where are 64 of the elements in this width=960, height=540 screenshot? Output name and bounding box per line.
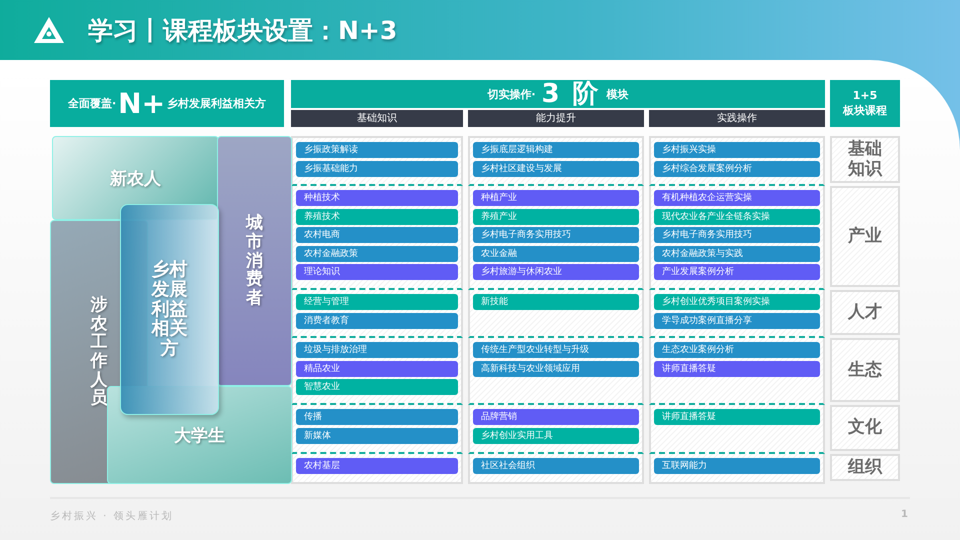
course-tag: 农村基层 [296,458,458,474]
banner-text: 板块课程 [843,104,887,118]
column-header: 实践操作 [649,110,825,127]
course-tag: 品牌营销 [473,409,639,426]
banner-highlight: N+ [118,90,166,118]
course-tag: 农业金融 [473,246,639,262]
page-title: 学习丨课程板块设置：N+3 [88,14,398,46]
banner-text: 1+5 [852,89,878,104]
course-tag: 乡村创业优秀项目案例实操 [654,294,820,310]
course-tag: 消费者教育 [296,312,458,329]
category-label: 组织 [830,454,900,481]
course-tag: 智慧农业 [296,379,458,396]
course-tag: 现代农业各产业全链条实操 [654,208,820,225]
course-tag: 乡村电子商务实用技巧 [654,227,820,244]
course-tag: 学导成功案例直播分享 [654,312,820,329]
course-tag: 传播 [296,409,458,426]
course-tag: 乡村社区建设与发展 [473,160,639,176]
banner-text: 切实操作· [487,86,536,102]
course-tag: 生态农业案例分析 [654,342,820,358]
footer-text: 乡村振兴 · 领头雁计划 [50,510,174,523]
course-tag: 传统生产型农业转型与升级 [473,342,639,358]
course-tag: 养殖产业 [473,208,639,225]
course-tag: 乡村创业实用工具 [473,428,639,444]
banner-text: 全面覆盖· [68,96,116,111]
category-label: 人才 [830,290,900,336]
course-tag: 农村金融政策 [296,246,458,262]
banner-highlight: 3 阶 [542,81,601,107]
course-tag: 乡村电子商务实用技巧 [473,227,639,244]
stakeholder-block: 乡村发展利益相关方 [120,204,219,415]
course-tag: 经营与管理 [296,294,458,310]
course-tag: 新媒体 [296,428,458,444]
course-tag: 互联网能力 [654,458,820,474]
course-tag: 养殖技术 [296,208,458,225]
course-tag: 高新科技与农业领域应用 [473,360,639,377]
stakeholder-block: 城市消费者 [217,136,292,386]
column-header: 基础知识 [291,110,463,127]
course-tag: 乡村振兴实操 [654,142,820,158]
course-tag: 新技能 [473,294,639,310]
category-label: 文化 [830,405,900,451]
course-tag: 乡村旅游与休闲农业 [473,264,639,280]
course-tag: 种植技术 [296,190,458,206]
category-label: 基础知识 [830,136,900,184]
page-number: 1 [901,509,910,522]
course-tag: 乡村综合发展案例分析 [654,160,820,176]
course-tag: 乡振底层逻辑构建 [473,142,639,158]
banner-text: 乡村发展利益相关方 [167,96,266,111]
course-tag: 农村电商 [296,227,458,244]
course-tag: 讲师直播答疑 [654,409,820,426]
course-tag: 种植产业 [473,190,639,206]
course-tag: 乡振政策解读 [296,142,458,158]
course-tag: 有机种植农企运营实操 [654,190,820,206]
logo-icon [32,15,66,45]
banner-text: 模块 [606,86,629,102]
category-label: 产业 [830,186,900,288]
course-tag: 精品农业 [296,360,458,377]
column-header: 能力提升 [468,110,644,127]
course-tag: 理论知识 [296,264,458,280]
course-tag: 产业发展案例分析 [654,264,820,280]
course-tag: 讲师直播答疑 [654,360,820,377]
course-tag: 垃圾与排放治理 [296,342,458,358]
course-tag: 农村金融政策与实践 [654,246,820,262]
category-label: 生态 [830,338,900,402]
course-tag: 社区社会组织 [473,458,639,474]
course-tag: 乡振基础能力 [296,160,458,176]
